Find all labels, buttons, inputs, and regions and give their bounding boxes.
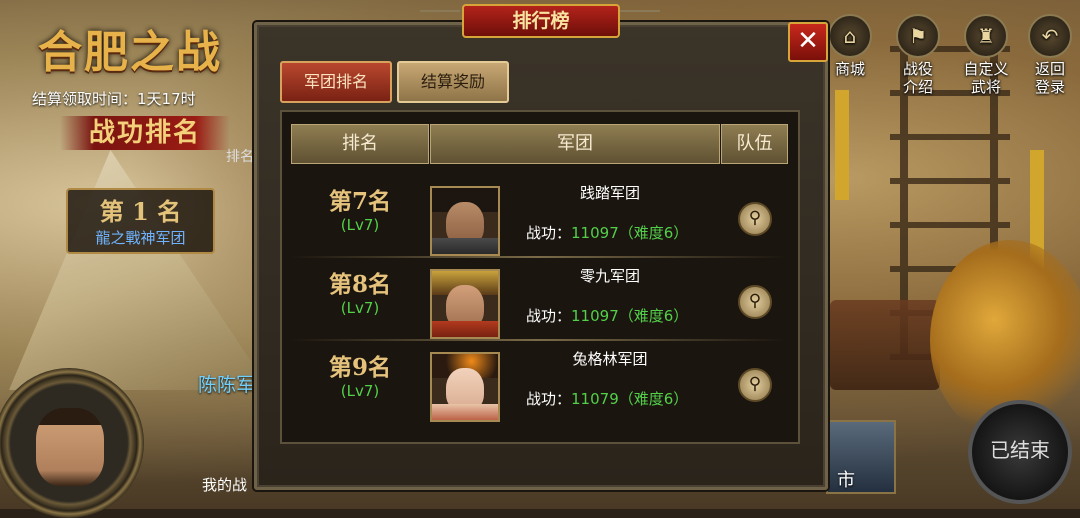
view-team-button[interactable]: ⚲	[738, 285, 772, 319]
ended-button[interactable]: 已结束	[968, 400, 1072, 504]
close-button[interactable]: ✕	[788, 22, 828, 62]
search-icon: ⚲	[748, 208, 762, 228]
title-ornament-left	[420, 10, 460, 28]
table-row: 第9名 (Lv7) 兔格林军团 战功：11079（难度6） ⚲	[290, 342, 786, 422]
claim-time-label: 结算领取时间：1天17时	[32, 90, 196, 108]
rank-tab-left[interactable]: 排名	[226, 146, 254, 166]
level-text: (Lv7)	[340, 382, 380, 400]
my-merit-label: 我的战	[202, 476, 248, 494]
first-place-rank: 第 1 名	[99, 197, 182, 226]
dialog-title: 排行榜	[462, 4, 620, 38]
first-place-box: 第 1 名 龍之戰神军团	[66, 188, 215, 254]
level-text: (Lv7)	[340, 216, 380, 234]
return-login-label: 返回 登录	[1034, 60, 1065, 96]
view-team-button[interactable]: ⚲	[738, 202, 772, 236]
shop-button[interactable]: ⌂ 商城	[820, 14, 880, 78]
tab-legion-rank[interactable]: 军团排名	[280, 61, 392, 103]
search-icon: ⚲	[748, 291, 762, 311]
campaign-icon: ⚑	[896, 14, 940, 58]
return-login-button[interactable]: ↶ 返回 登录	[1020, 14, 1080, 96]
market-label: 市	[837, 470, 855, 491]
close-icon: ✕	[797, 26, 819, 56]
header-legion: 军团	[430, 124, 720, 164]
merit-value: 战功：11097（难度6）	[526, 307, 689, 325]
view-team-button[interactable]: ⚲	[738, 368, 772, 402]
merit-value: 战功：11097（难度6）	[526, 224, 689, 242]
rank-text: 第7名	[328, 188, 391, 215]
header-team: 队伍	[721, 124, 788, 164]
row-divider	[290, 256, 786, 258]
custom-general-button[interactable]: ♜ 自定义 武将	[956, 14, 1016, 96]
custom-general-label: 自定义 武将	[963, 60, 1009, 96]
battle-title: 合肥之战	[38, 27, 222, 78]
first-place-name: 龍之戰神军团	[95, 229, 186, 247]
campaign-intro-label: 战役 介绍	[902, 60, 933, 96]
custom-general-icon: ♜	[964, 14, 1008, 58]
merit-rank-banner: 战功排名	[60, 116, 230, 150]
return-icon: ↶	[1028, 14, 1072, 58]
merit-value: 战功：11079（难度6）	[526, 390, 689, 408]
header-rank: 排名	[291, 124, 429, 164]
shop-icon: ⌂	[828, 14, 872, 58]
avatar	[430, 269, 500, 339]
legion-name: 践踏军团	[579, 184, 640, 202]
table-row: 第8名 (Lv7) 零九军团 战功：11097（难度6） ⚲	[290, 259, 786, 339]
player-name: 陈陈军	[198, 374, 256, 396]
legion-name: 兔格林军团	[572, 350, 648, 368]
shop-label: 商城	[834, 60, 865, 78]
row-divider	[290, 339, 786, 341]
avatar	[430, 186, 500, 256]
level-text: (Lv7)	[340, 299, 380, 317]
rank-text: 第9名	[328, 354, 391, 381]
avatar	[36, 408, 104, 486]
avatar	[430, 352, 500, 422]
search-icon: ⚲	[748, 374, 762, 394]
table-row: 第7名 (Lv7) 践踏军团 战功：11097（难度6） ⚲	[290, 176, 786, 256]
rank-text: 第8名	[328, 271, 391, 298]
legion-name: 零九军团	[579, 267, 640, 285]
campaign-intro-button[interactable]: ⚑ 战役 介绍	[888, 14, 948, 96]
tent	[9, 150, 270, 390]
tab-settlement-reward[interactable]: 结算奖励	[397, 61, 509, 103]
banner-flag	[835, 90, 849, 200]
cart	[830, 300, 940, 390]
title-ornament-right	[620, 10, 660, 28]
